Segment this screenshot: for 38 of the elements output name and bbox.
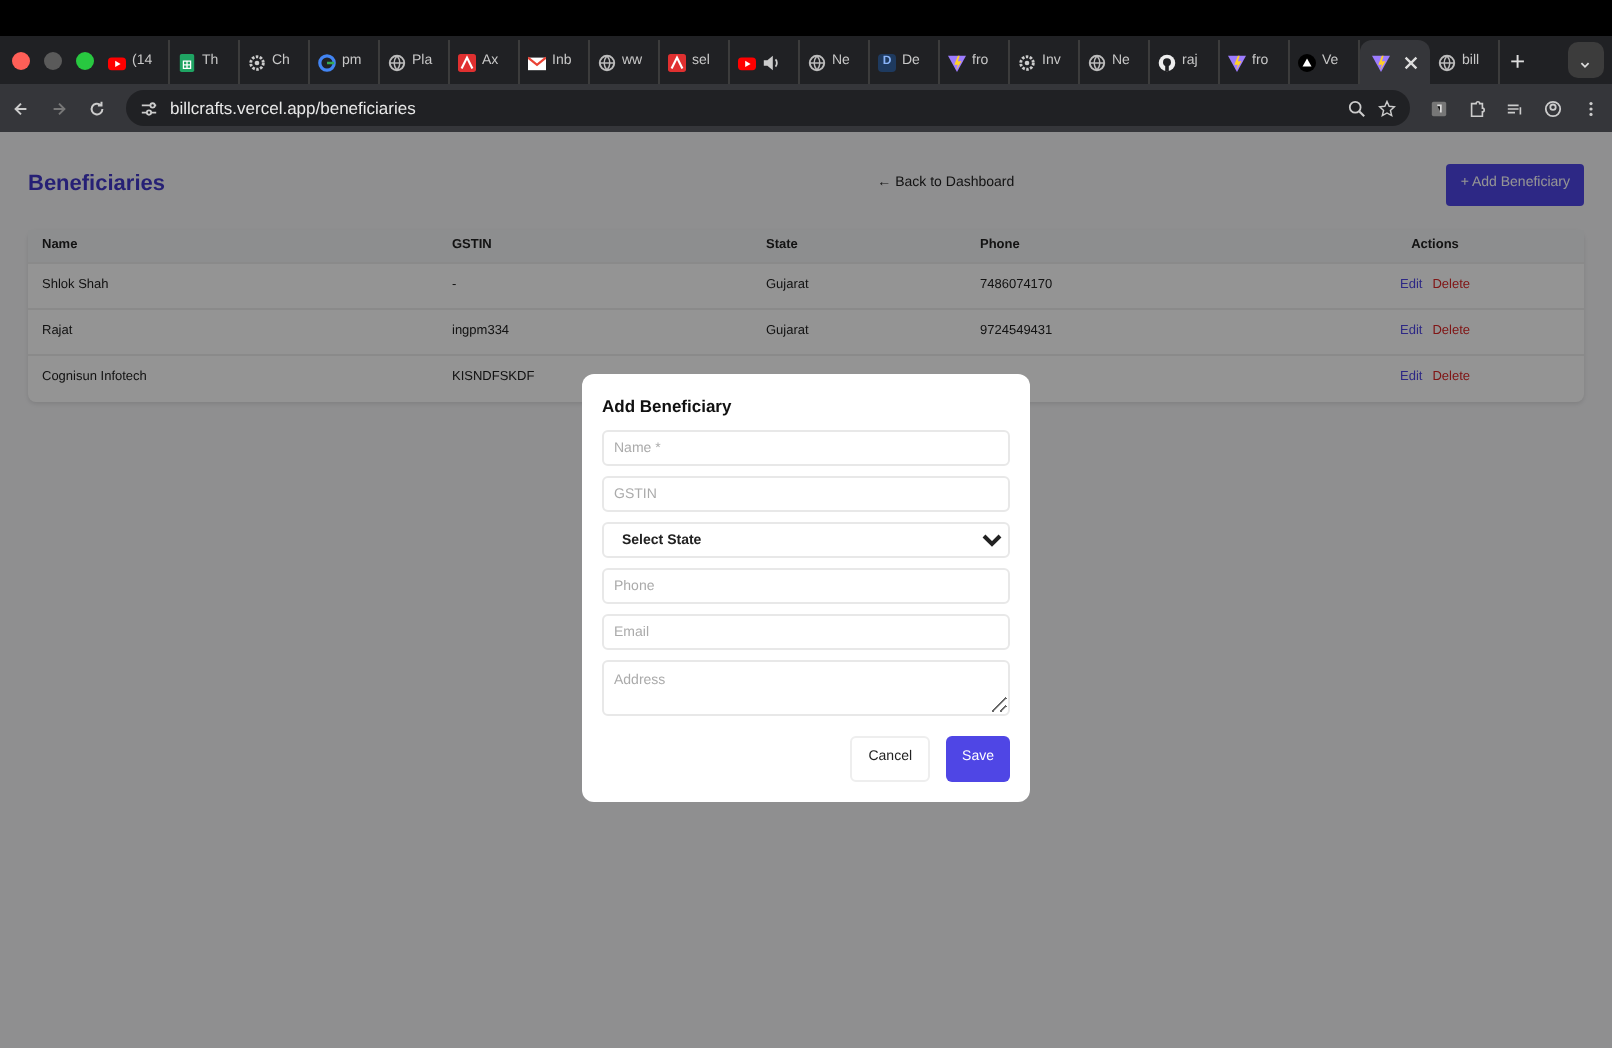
github-icon	[1158, 53, 1176, 71]
page-title: Beneficiaries	[28, 171, 165, 198]
lightning-icon	[948, 53, 966, 71]
close-window-button[interactable]	[12, 51, 30, 69]
document-icon	[458, 53, 476, 71]
browser-tab[interactable]	[1360, 40, 1430, 84]
gear-icon	[1018, 53, 1036, 71]
puzzle-icon[interactable]	[1468, 99, 1486, 117]
globe-icon	[388, 53, 406, 71]
play-icon	[108, 53, 126, 71]
globe-icon	[1438, 53, 1456, 71]
globe-icon	[598, 53, 616, 71]
url-text: billcrafts.vercel.app/beneficiaries	[170, 95, 418, 121]
lightning-icon	[1371, 53, 1389, 71]
close-icon	[1401, 53, 1419, 71]
triangle-icon	[1298, 53, 1316, 71]
profile-icon[interactable]	[1544, 99, 1562, 117]
lightning-icon	[1228, 53, 1246, 71]
gear-icon	[248, 53, 266, 71]
site-settings-icon	[140, 99, 158, 117]
document-icon	[668, 53, 686, 71]
media-icon[interactable]	[1506, 99, 1524, 117]
extension-icon[interactable]	[1430, 99, 1448, 117]
play-icon	[738, 53, 756, 71]
forward-icon[interactable]	[50, 99, 68, 117]
modal-title: Add Beneficiary	[602, 396, 734, 417]
address-bar[interactable]: billcrafts.vercel.app/beneficiaries	[126, 90, 1410, 126]
google-icon	[318, 53, 336, 71]
star-icon	[1378, 99, 1396, 117]
maximize-button[interactable]	[76, 51, 94, 69]
globe-icon	[1088, 53, 1106, 71]
new-tab-button[interactable]: +	[1510, 47, 1526, 73]
globe-icon	[808, 53, 826, 71]
mail-icon	[528, 53, 546, 71]
spreadsheet-icon	[178, 53, 196, 71]
reload-icon[interactable]	[88, 99, 106, 117]
back-icon[interactable]	[12, 99, 30, 117]
zoom-icon	[1348, 99, 1366, 117]
